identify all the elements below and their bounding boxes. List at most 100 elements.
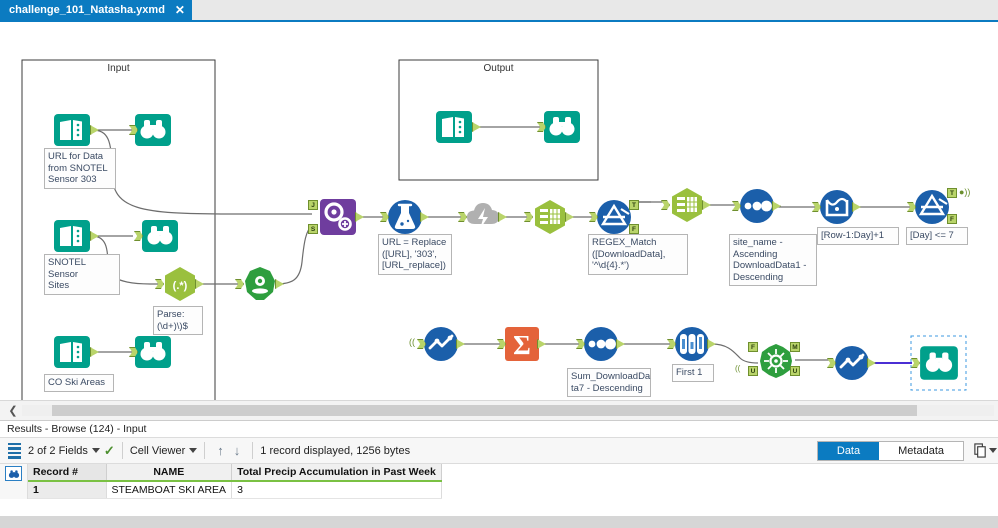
column-header-precip[interactable]: Total Precip Accumulation in Past Week [231,464,442,482]
findreplace-input-f[interactable]: F [748,342,758,352]
findreplace-output-u[interactable]: U [790,366,800,376]
output-port[interactable] [355,212,364,222]
table-row[interactable]: 1 STEAMBOAT SKI AREA 3 [28,481,442,499]
cell-viewer-selector[interactable]: Cell Viewer [129,444,198,457]
regex-tool[interactable]: (.*) [155,264,204,309]
sample-tool[interactable] [667,325,716,368]
filter2-output-f[interactable]: F [947,214,957,224]
data-metadata-toggle[interactable]: Data Metadata [816,440,964,461]
workflow-tab[interactable]: challenge_101_Natasha.yxmd ✕ [0,0,192,20]
chevron-left-icon[interactable]: ❮ [4,404,22,417]
annotation-sort-sum: Sum_DownloadDa ta7 - Descending [567,368,651,397]
toolbar-divider-3 [252,442,254,459]
select-tool-2[interactable] [661,185,711,230]
find-replace-tool[interactable]: F U (( M U [735,342,800,385]
toolbar-divider-1 [121,442,123,459]
svg-text:Σ: Σ [513,330,531,360]
filter-tool-2[interactable]: T F ●)) [907,187,970,231]
record-list-icon[interactable] [0,438,28,463]
annotation-url-for-data: URL for Data from SNOTEL Sensor 303 [44,148,116,189]
output-port[interactable] [772,201,781,211]
sort-tool-2[interactable] [576,325,625,368]
chevron-down-icon[interactable] [91,448,100,453]
annotation-co-ski-areas: CO Ski Areas [44,374,114,392]
toolbar-divider-2 [204,442,206,459]
download-tool[interactable] [458,198,507,241]
browse-tool-2[interactable] [134,216,180,261]
output-port[interactable] [420,212,429,222]
tab-bar-empty [191,0,998,20]
output-port[interactable] [852,202,861,212]
output-port[interactable] [707,339,716,349]
results-panel-title: Results - Browse (124) - Input [0,420,998,437]
results-title-text: Results - Browse (124) - Input [7,423,147,435]
annotation-regex-match: REGEX_Match ([DownloadData], '^\d{4}.*') [588,234,688,275]
record-status-text: 1 record displayed, 1256 bytes [260,444,411,457]
chevron-down-icon-3[interactable] [989,448,997,453]
workflow-canvas[interactable]: Input Output URL for Data from SNOTEL Se… [0,22,998,400]
join-tool[interactable]: J S [308,197,364,242]
tab-bar: challenge_101_Natasha.yxmd ✕ [0,0,998,22]
canvas-horizontal-scrollbar[interactable]: ❮ [0,400,998,420]
browse-tool-3[interactable] [129,332,173,377]
annotation-sort-site-name: site_name - Ascending DownloadData1 - De… [729,234,817,286]
annotation-parse-regex: Parse: (\d+)\)$ [153,306,203,335]
summarize-tool[interactable]: Σ [497,325,546,368]
tab-data[interactable]: Data [817,441,880,460]
annotation-sample-first: First 1 [672,364,714,382]
data-cleansing-tool-2[interactable] [827,344,876,387]
chevron-down-icon-2[interactable] [189,448,198,453]
text-input-tool-3[interactable] [52,332,99,377]
annotation-snotel-sites: SNOTEL Sensor Sites [44,254,120,295]
column-header-name[interactable]: NAME [106,464,233,482]
table-header-row: Record # NAME Total Precip Accumulation … [28,464,442,482]
findreplace-input-u[interactable]: U [748,366,758,376]
cell-viewer-label: Cell Viewer [129,444,186,457]
fields-selector[interactable]: 2 of 2 Fields ✓ [28,443,115,459]
grid-gutter [0,464,28,499]
scrollbar-track[interactable] [22,405,994,416]
output-browse-tool[interactable] [537,107,582,152]
scroll-up-button[interactable]: ↑ [212,443,229,458]
output-port[interactable] [456,339,465,349]
select-tool-1[interactable] [524,197,574,242]
column-header-record[interactable]: Record # [28,464,107,482]
browse-tool-selected[interactable] [911,342,960,389]
copy-button[interactable] [972,443,998,458]
browse-result-icon[interactable] [5,466,22,481]
status-bar [0,516,998,528]
cell-name: STEAMBOAT SKI AREA [106,481,233,499]
workflow-tab-label: challenge_101_Natasha.yxmd [9,4,165,16]
output-port[interactable] [537,339,546,349]
wireless-input-icon: (( [409,337,415,347]
join-input-s[interactable]: S [308,224,318,234]
multi-row-formula-tool[interactable] [812,188,861,231]
findreplace-output-m[interactable]: M [790,342,800,352]
find-location-tool[interactable] [235,264,284,309]
scroll-down-button[interactable]: ↓ [229,443,246,458]
join-input-j[interactable]: J [308,200,318,210]
close-icon[interactable]: ✕ [175,4,185,16]
output-text-input-tool[interactable] [434,107,481,152]
output-port[interactable] [616,339,625,349]
results-table[interactable]: Record # NAME Total Precip Accumulation … [28,464,442,499]
output-container-title: Output [483,63,514,74]
cell-precip: 3 [231,481,442,499]
tab-metadata[interactable]: Metadata [879,441,963,460]
check-icon[interactable]: ✓ [104,443,115,459]
annotation-multirow-formula: [Row-1:Day]+1 [817,227,899,245]
sort-tool-1[interactable] [732,187,781,230]
browse-tool-1[interactable] [129,110,173,155]
output-port[interactable] [498,212,507,222]
wireless-output-icon: ●)) [959,187,971,197]
filter-output-f[interactable]: F [629,224,639,234]
filter-output-t[interactable]: T [629,200,639,210]
filter2-output-t[interactable]: T [947,188,957,198]
output-port[interactable] [867,358,876,368]
cell-record-number: 1 [28,481,107,499]
fields-label: 2 of 2 Fields [28,444,88,457]
input-container-title: Input [107,63,130,74]
input-container[interactable]: Input [22,60,215,400]
data-cleansing-tool-1[interactable]: (( [409,325,465,368]
scrollbar-thumb[interactable] [52,405,917,416]
